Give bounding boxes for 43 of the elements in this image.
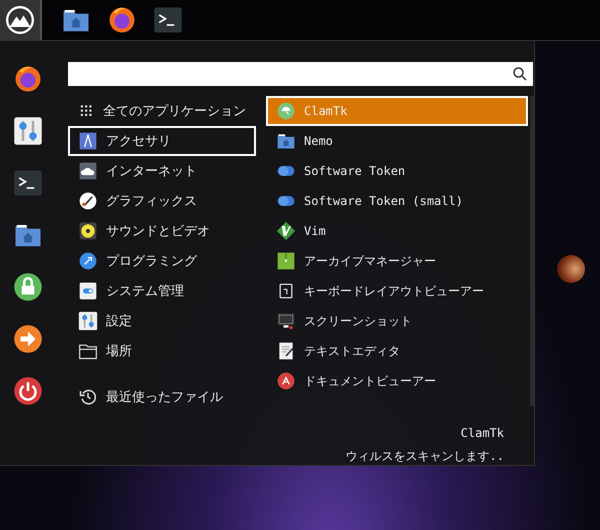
diamond-v-icon <box>276 221 296 241</box>
app-item[interactable]: Nemo <box>266 126 528 156</box>
app-item[interactable]: テキストエディタ <box>266 336 528 366</box>
category-item[interactable]: 場所 <box>68 336 256 366</box>
sliders-icon[interactable] <box>13 116 43 146</box>
sliders-icon <box>78 311 98 331</box>
compass-icon <box>78 131 98 151</box>
archive-icon <box>276 251 296 271</box>
category-item[interactable]: アクセサリ <box>68 126 256 156</box>
category-item[interactable]: プログラミング <box>68 246 256 276</box>
app-item[interactable]: Software Token <box>266 156 528 186</box>
search-field[interactable] <box>68 62 533 86</box>
fox-globe-icon[interactable] <box>13 64 43 94</box>
search-icon <box>513 67 527 81</box>
fox-globe-icon[interactable] <box>107 5 137 35</box>
app-item[interactable]: アーカイブマネージャー <box>266 246 528 276</box>
app-item[interactable]: Vim <box>266 216 528 246</box>
app-item[interactable]: キーボードレイアウトビューアー <box>266 276 528 306</box>
app-item[interactable]: ドキュメントビューアー <box>266 366 528 396</box>
category-item[interactable]: グラフィックス <box>68 186 256 216</box>
app-description: ウィルスをスキャンします.. <box>346 448 504 465</box>
category-item[interactable]: 全てのアプリケーション <box>68 96 256 126</box>
history-icon <box>78 387 98 407</box>
monitor-icon <box>276 311 296 331</box>
power-icon[interactable] <box>13 376 43 406</box>
terminal-icon[interactable] <box>13 168 43 198</box>
app-item[interactable]: スクリーンショット <box>266 306 528 336</box>
lock-icon[interactable] <box>13 272 43 302</box>
umbrella-circle-icon <box>276 101 296 121</box>
category-item[interactable]: インターネット <box>68 156 256 186</box>
category-item[interactable]: サウンドとビデオ <box>68 216 256 246</box>
arrow-right-icon[interactable] <box>13 324 43 354</box>
mountain-logo-icon[interactable] <box>6 6 34 34</box>
category-item[interactable]: 最近使ったファイル <box>68 382 256 412</box>
disc-icon <box>78 221 98 241</box>
cloud-icon <box>78 161 98 181</box>
planet-drawing <box>557 255 585 283</box>
app-title: ClamTk <box>460 426 504 440</box>
category-item[interactable]: 設定 <box>68 306 256 336</box>
app-item[interactable]: Software Token (small) <box>266 186 528 216</box>
toggle-icon <box>78 281 98 301</box>
terminal-icon[interactable] <box>153 5 183 35</box>
category-item[interactable]: システム管理 <box>68 276 256 306</box>
